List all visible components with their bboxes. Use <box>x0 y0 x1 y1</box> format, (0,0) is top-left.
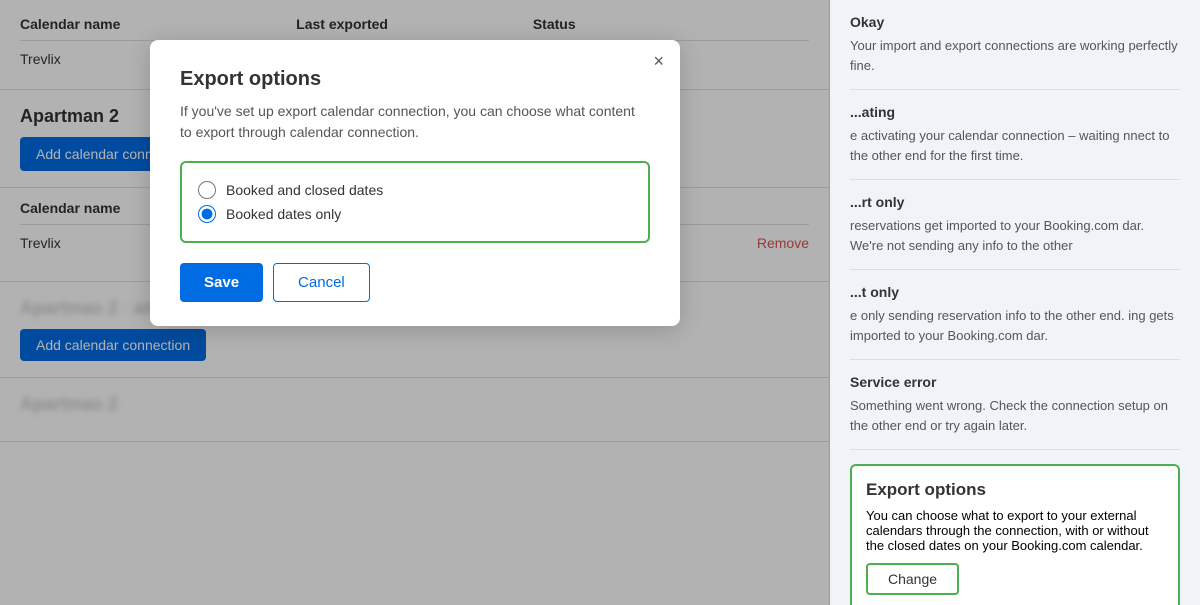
sidebar-status-activating: ...ating e activating your calendar conn… <box>850 90 1180 180</box>
radio-booked-only-label: Booked dates only <box>226 206 341 222</box>
sidebar-importonly-title: ...rt only <box>850 194 1180 210</box>
modal-actions: Save Cancel <box>180 263 650 302</box>
sidebar-okay-title: Okay <box>850 14 1180 30</box>
export-options-modal: × Export options If you've set up export… <box>150 40 680 326</box>
modal-title: Export options <box>180 68 650 91</box>
radio-option-booked-closed[interactable]: Booked and closed dates <box>198 181 632 199</box>
right-sidebar: Okay Your import and export connections … <box>830 0 1200 605</box>
export-options-sidebar-title: Export options <box>866 480 1164 500</box>
sidebar-importonly-desc: reservations get imported to your Bookin… <box>850 216 1180 255</box>
modal-description: If you've set up export calendar connect… <box>180 101 650 143</box>
sidebar-status-service-error: Service error Something went wrong. Chec… <box>850 360 1180 450</box>
radio-booked-only-input[interactable] <box>198 205 216 223</box>
sidebar-serviceerror-title: Service error <box>850 374 1180 390</box>
sidebar-status-okay: Okay Your import and export connections … <box>850 0 1180 90</box>
radio-option-booked-only[interactable]: Booked dates only <box>198 205 632 223</box>
change-button[interactable]: Change <box>866 563 959 595</box>
sidebar-okay-desc: Your import and export connections are w… <box>850 36 1180 75</box>
sidebar-exportonly-desc: e only sending reservation info to the o… <box>850 306 1180 345</box>
radio-booked-closed-label: Booked and closed dates <box>226 182 383 198</box>
sidebar-status-import-only: ...rt only reservations get imported to … <box>850 180 1180 270</box>
export-options-sidebar-desc: You can choose what to export to your ex… <box>866 508 1164 553</box>
modal-close-button[interactable]: × <box>653 52 664 70</box>
sidebar-activating-title: ...ating <box>850 104 1180 120</box>
sidebar-status-export-only: ...t only e only sending reservation inf… <box>850 270 1180 360</box>
export-options-sidebar-box: Export options You can choose what to ex… <box>850 464 1180 605</box>
sidebar-serviceerror-desc: Something went wrong. Check the connecti… <box>850 396 1180 435</box>
sidebar-activating-desc: e activating your calendar connection – … <box>850 126 1180 165</box>
radio-group: Booked and closed dates Booked dates onl… <box>180 161 650 243</box>
radio-booked-closed-input[interactable] <box>198 181 216 199</box>
sidebar-exportonly-title: ...t only <box>850 284 1180 300</box>
modal-overlay: × Export options If you've set up export… <box>0 0 830 605</box>
modal-cancel-button[interactable]: Cancel <box>273 263 370 302</box>
modal-save-button[interactable]: Save <box>180 263 263 302</box>
